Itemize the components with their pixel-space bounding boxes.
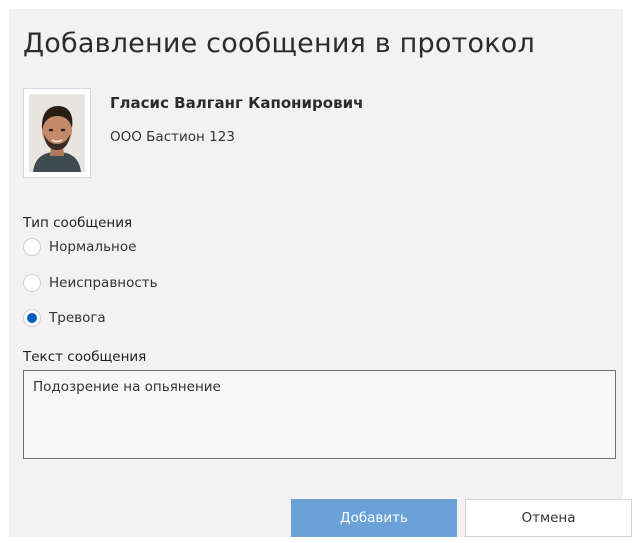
radio-label-alarm: Тревога bbox=[49, 310, 106, 326]
radio-label-malfunction: Неисправность bbox=[49, 275, 158, 291]
message-text-input[interactable]: Подозрение на опьянение bbox=[23, 370, 616, 459]
person-organization: ООО Бастион 123 bbox=[110, 129, 235, 145]
add-button[interactable]: Добавить bbox=[291, 499, 457, 537]
person-photo bbox=[23, 88, 91, 178]
radio-label-normal: Нормальное bbox=[49, 239, 137, 255]
message-text-label: Текст сообщения bbox=[23, 349, 147, 365]
radio-option-malfunction[interactable]: Неисправность bbox=[23, 272, 158, 294]
radio-option-normal[interactable]: Нормальное bbox=[23, 236, 136, 258]
radio-option-alarm[interactable]: Тревога bbox=[23, 307, 106, 329]
message-type-label: Тип сообщения bbox=[23, 215, 133, 231]
dialog-title: Добавление сообщения в протокол bbox=[23, 28, 535, 59]
radio-button-normal[interactable] bbox=[23, 238, 41, 256]
add-message-dialog: Добавление сообщения в протокол Гласис В… bbox=[9, 9, 632, 537]
person-name: Гласис Валганг Капонирович bbox=[110, 94, 364, 112]
radio-button-malfunction[interactable] bbox=[23, 274, 41, 292]
cancel-button[interactable]: Отмена bbox=[465, 499, 632, 537]
avatar-photo-icon bbox=[29, 94, 85, 172]
radio-button-alarm[interactable] bbox=[23, 309, 41, 327]
